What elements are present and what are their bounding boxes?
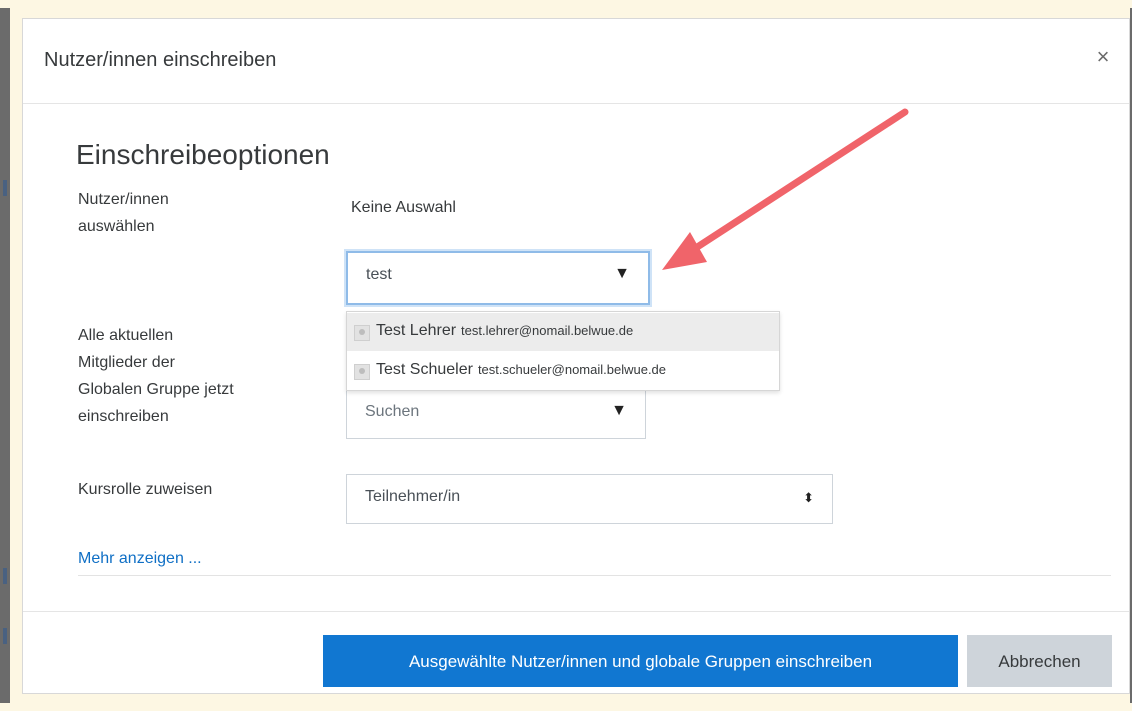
course-role-label: Kursrolle zuweisen xyxy=(78,481,213,498)
enrol-users-dialog: Nutzer/innen einschreiben × Einschreibeo… xyxy=(22,18,1130,694)
close-icon[interactable]: × xyxy=(1091,45,1115,69)
show-more-link[interactable]: Mehr anzeigen ... xyxy=(78,550,202,568)
global-group-label: Alle aktuellen Mitglieder der Globalen G… xyxy=(78,327,234,425)
selection-status: Keine Auswahl xyxy=(351,199,456,216)
suggestion-email: test.schueler@nomail.belwue.de xyxy=(477,362,667,377)
cancel-button[interactable]: Abbrechen xyxy=(967,635,1112,687)
user-avatar-icon xyxy=(354,325,370,341)
user-avatar-icon xyxy=(354,364,370,380)
enrol-selected-button[interactable]: Ausgewählte Nutzer/innen und globale Gru… xyxy=(323,635,958,687)
backdrop-left-edge xyxy=(0,8,10,703)
suggestion-item[interactable]: Test Schueler test.schueler@nomail.belwue… xyxy=(347,352,779,390)
dropdown-caret-icon[interactable]: ▼ xyxy=(614,265,630,283)
user-suggestions-list: Test Lehrer test.lehrer@nomail.belwue.de … xyxy=(346,311,780,391)
user-search-value: test xyxy=(366,266,392,283)
backdrop-text-fragment xyxy=(3,568,7,584)
course-role-select[interactable]: Teilnehmer/in ⬍ xyxy=(346,474,833,524)
suggestion-name: Test Lehrer xyxy=(376,322,457,339)
global-group-search-input[interactable]: Suchen ▼ xyxy=(346,389,646,439)
suggestion-item[interactable]: Test Lehrer test.lehrer@nomail.belwue.de xyxy=(347,313,779,351)
backdrop-text-fragment xyxy=(3,180,7,196)
section-title: Einschreibeoptionen xyxy=(76,139,330,170)
course-role-value: Teilnehmer/in xyxy=(365,488,461,505)
dialog-footer: Ausgewählte Nutzer/innen und globale Gru… xyxy=(23,611,1129,696)
suggestion-email: test.lehrer@nomail.belwue.de xyxy=(461,323,634,338)
dialog-title: Nutzer/innen einschreiben xyxy=(44,49,277,71)
global-group-placeholder: Suchen xyxy=(365,403,420,420)
select-updown-icon: ⬍ xyxy=(803,490,814,505)
suggestion-name: Test Schueler xyxy=(376,361,473,378)
select-users-label: Nutzer/innen auswählen xyxy=(78,191,169,235)
divider xyxy=(78,575,1111,576)
dialog-header: Nutzer/innen einschreiben × xyxy=(23,19,1129,104)
backdrop-text-fragment xyxy=(3,628,7,644)
user-search-input[interactable]: test ▼ xyxy=(346,251,650,305)
dropdown-caret-icon[interactable]: ▼ xyxy=(611,402,627,420)
